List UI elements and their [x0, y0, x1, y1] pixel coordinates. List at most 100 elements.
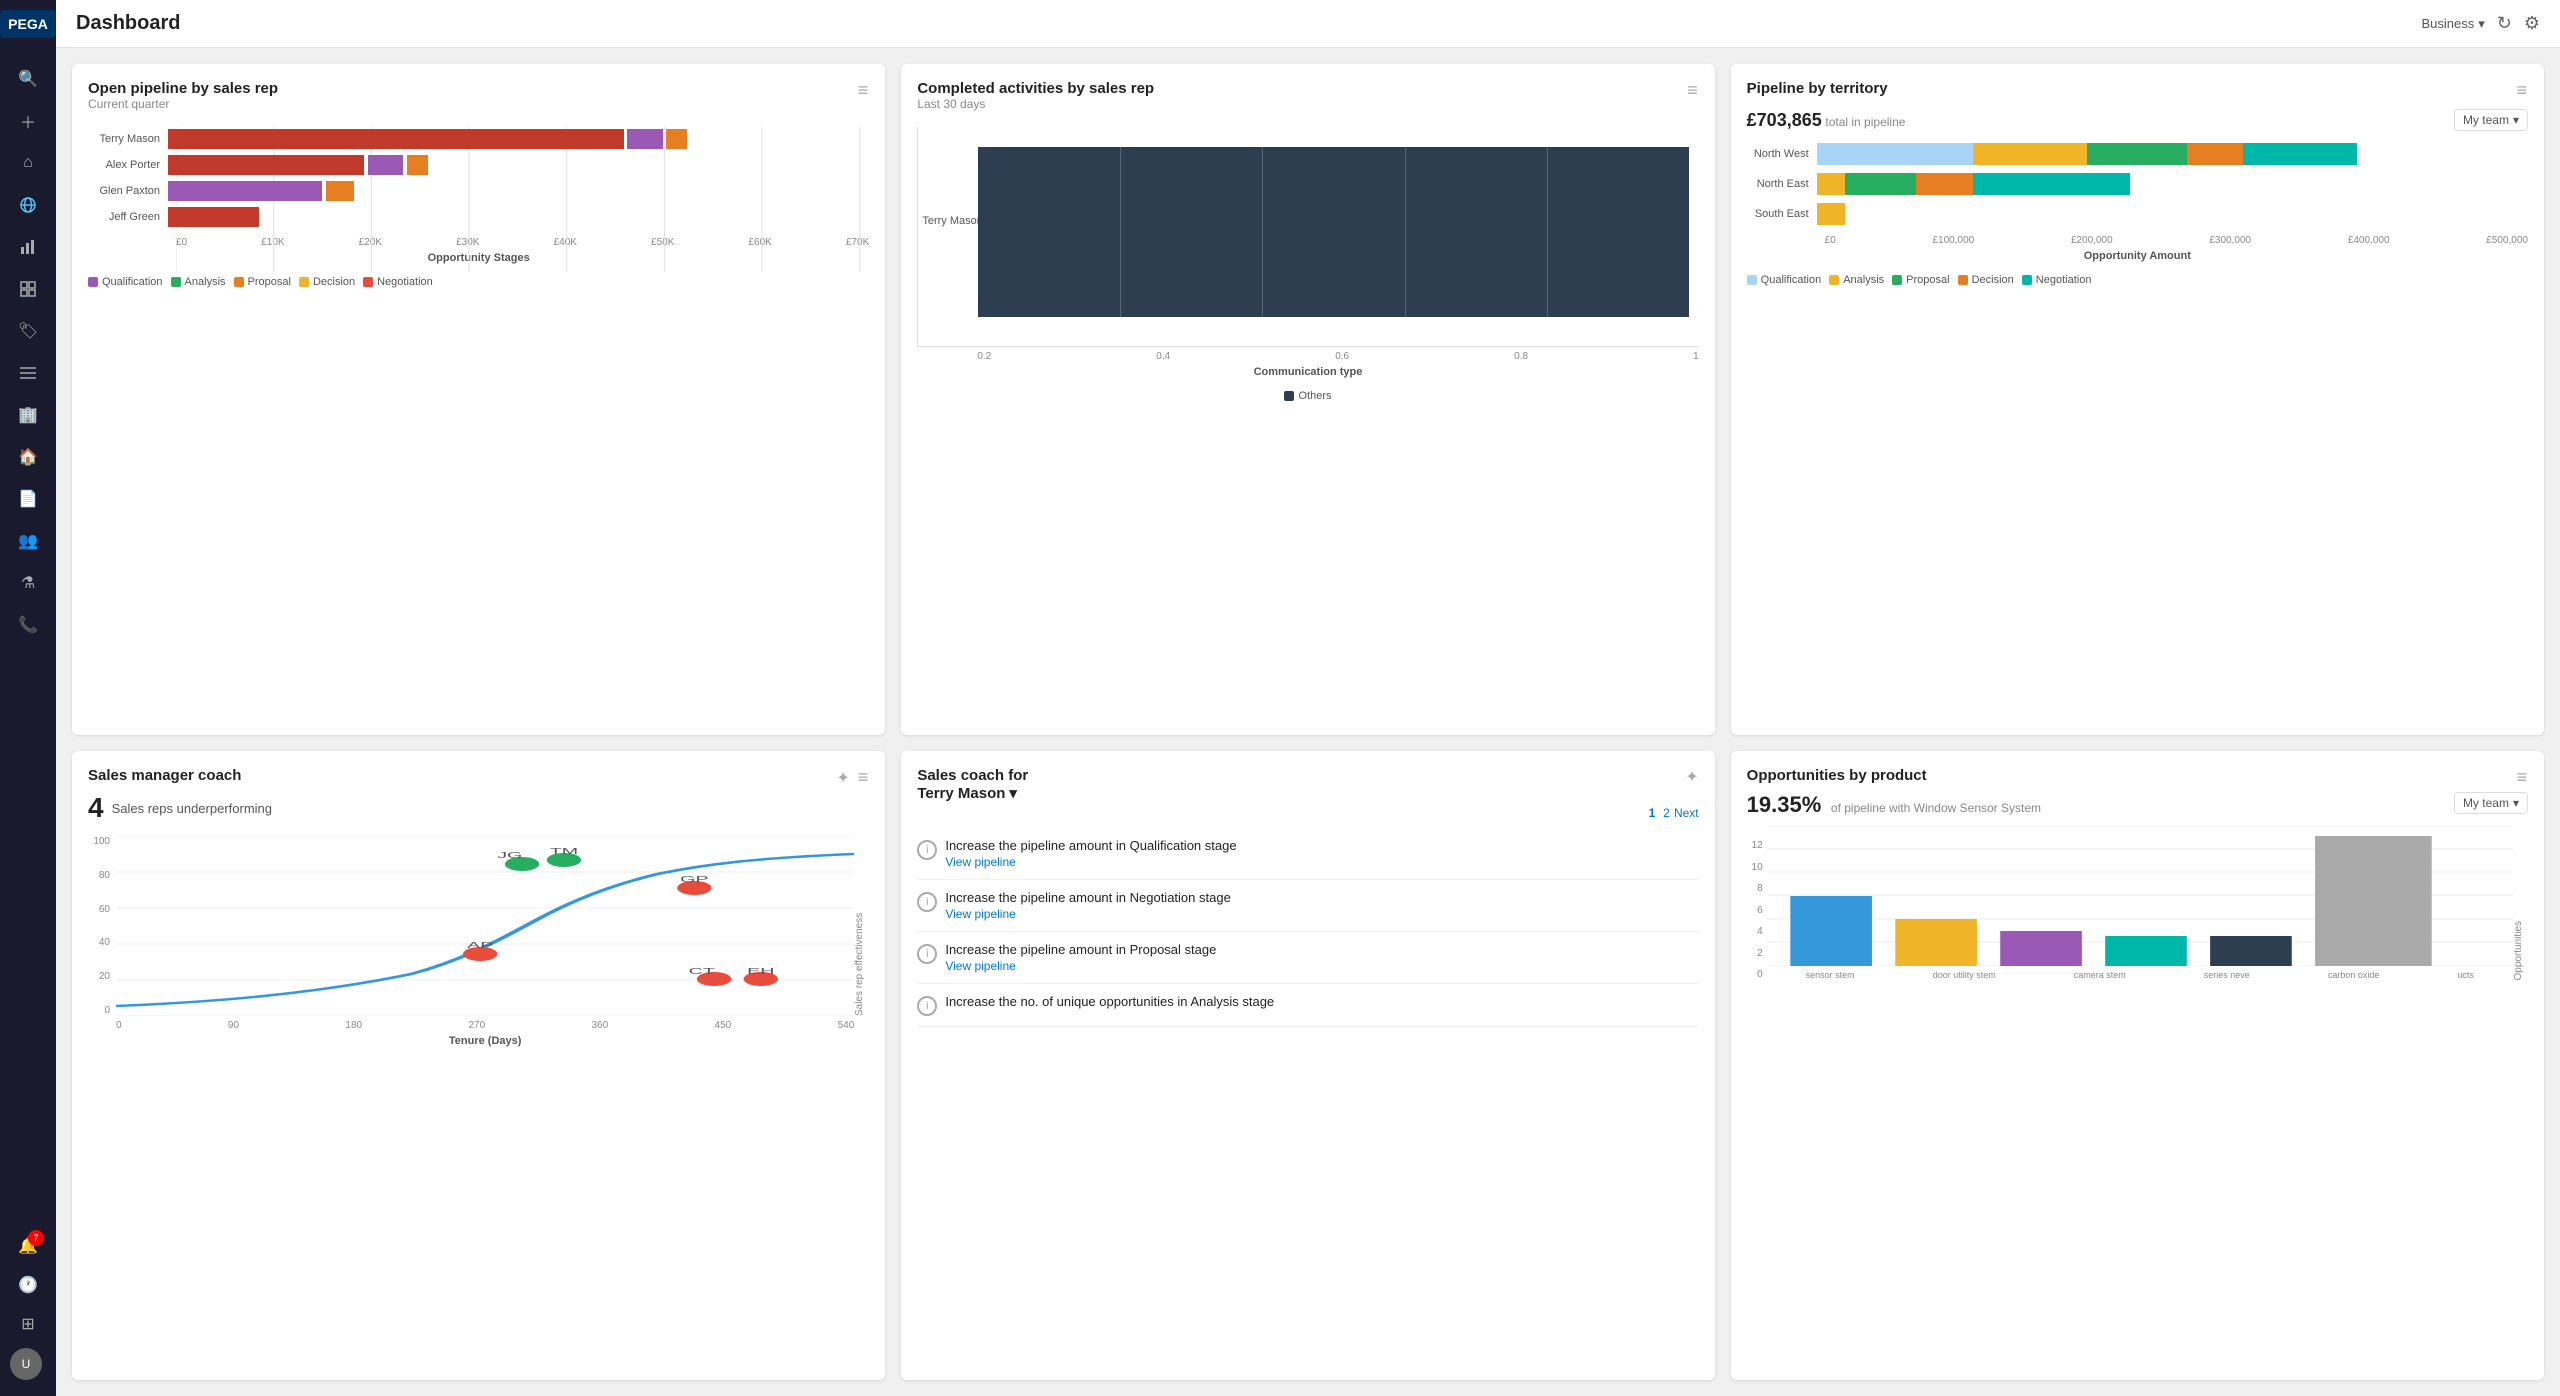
- sidebar-icon-search[interactable]: 🔍: [10, 61, 46, 97]
- info-icon: i: [917, 944, 937, 964]
- coach-subtitle: Sales reps underperforming: [112, 801, 272, 816]
- user-avatar[interactable]: U: [10, 1348, 42, 1380]
- y-label: 12: [1747, 840, 1763, 851]
- legend-analysis: Analysis: [171, 276, 226, 288]
- sidebar: PEGA 🔍 ＋ ⌂ 🏷 🏢 🏠 📄 👥 ⚗ 📞 🔔 7 🕐 ⊞ U: [0, 0, 56, 1396]
- sidebar-icon-grid[interactable]: [10, 271, 46, 307]
- refresh-icon[interactable]: ↻: [2497, 13, 2512, 34]
- legend-label: Qualification: [102, 276, 163, 288]
- x-label: £60K: [748, 237, 771, 248]
- coach-title: Sales manager coach: [88, 767, 241, 784]
- territory-axis-title: Opportunity Amount: [1747, 250, 2528, 262]
- sidebar-icon-docs[interactable]: 📄: [10, 481, 46, 517]
- bar-track: [168, 207, 869, 227]
- y-label: 8: [1747, 883, 1763, 894]
- legend-label: Decision: [313, 276, 355, 288]
- legend-color: [1747, 275, 1757, 285]
- territory-segment: [1973, 173, 2129, 195]
- coaching-text: Increase the no. of unique opportunities…: [945, 994, 1274, 1009]
- legend-decision: Decision: [1958, 274, 2014, 286]
- sidebar-icon-tag[interactable]: 🏷: [10, 313, 46, 349]
- coaching-item-4: i Increase the no. of unique opportuniti…: [917, 984, 1698, 1027]
- completed-menu[interactable]: ≡: [1687, 80, 1699, 101]
- open-pipeline-legend: Qualification Analysis Proposal Decision…: [88, 276, 869, 288]
- y-label: 60: [88, 904, 110, 915]
- business-selector[interactable]: Business ▾: [2421, 16, 2484, 32]
- legend-label: Analysis: [185, 276, 226, 288]
- territory-chart: North West North East: [1747, 143, 2528, 225]
- coach-menu[interactable]: ≡: [858, 767, 870, 788]
- next-link[interactable]: Next: [1674, 806, 1699, 820]
- territory-segment: [2187, 143, 2244, 165]
- coach-settings-icon[interactable]: ✦: [836, 768, 849, 788]
- x-label: £300,000: [2209, 235, 2251, 246]
- open-pipeline-menu[interactable]: ≡: [858, 80, 870, 101]
- x-label: £400,000: [2348, 235, 2390, 246]
- sidebar-icon-bell[interactable]: 🔔 7: [10, 1228, 46, 1264]
- sidebar-icon-flask[interactable]: ⚗: [10, 565, 46, 601]
- opp-percent: 19.35%: [1747, 792, 1822, 817]
- x-label: 1: [1693, 351, 1699, 362]
- coaching-text: Increase the pipeline amount in Proposal…: [945, 942, 1216, 957]
- team-selector[interactable]: My team ▾: [2454, 109, 2528, 131]
- coaching-text: Increase the pipeline amount in Negotiat…: [945, 890, 1230, 905]
- territory-bar: [1817, 173, 2528, 195]
- legend-label: Negotiation: [377, 276, 433, 288]
- x-label: £200,000: [2071, 235, 2113, 246]
- bar-track: [168, 155, 869, 175]
- legend-color: [88, 277, 98, 287]
- info-icon: i: [917, 840, 937, 860]
- territory-label: South East: [1747, 208, 1817, 220]
- notification-badge: 7: [28, 1230, 44, 1246]
- territory-bar: [1817, 143, 2528, 165]
- sidebar-icon-people[interactable]: 👥: [10, 523, 46, 559]
- completed-axis-title: Communication type: [917, 366, 1698, 378]
- view-pipeline-link[interactable]: View pipeline: [945, 907, 1230, 921]
- x-label: sensor stem: [1806, 970, 1855, 980]
- legend-label: Proposal: [1906, 274, 1949, 286]
- business-label: Business: [2421, 16, 2474, 31]
- settings-icon[interactable]: ⚙: [2524, 13, 2540, 34]
- territory-legend: Qualification Analysis Proposal Decision…: [1747, 274, 2528, 286]
- x-label: 90: [228, 1020, 239, 1031]
- sidebar-icon-house[interactable]: 🏠: [10, 439, 46, 475]
- svg-text:EH: EH: [747, 967, 774, 976]
- coaching-list: i Increase the pipeline amount in Qualif…: [917, 828, 1698, 1027]
- coaching-item-1: i Increase the pipeline amount in Qualif…: [917, 828, 1698, 880]
- y-label: 0: [1747, 969, 1763, 980]
- opp-y-axis-title: Opportunities: [2513, 921, 2524, 980]
- y-label: 20: [88, 971, 110, 982]
- coach-for-name[interactable]: Terry Mason ▾: [917, 784, 1028, 802]
- sidebar-icon-building[interactable]: 🏢: [10, 397, 46, 433]
- sidebar-icon-add[interactable]: ＋: [10, 103, 46, 139]
- territory-segment: [1817, 173, 1845, 195]
- coaching-item-3: i Increase the pipeline amount in Propos…: [917, 932, 1698, 984]
- rep-label: Glen Paxton: [88, 185, 168, 197]
- sidebar-icon-phone[interactable]: 📞: [10, 607, 46, 643]
- opp-title: Opportunities by product: [1747, 767, 1927, 784]
- page-2-link[interactable]: 2: [1663, 806, 1670, 820]
- svg-text:TM: TM: [550, 847, 578, 856]
- sidebar-icon-home[interactable]: ⌂: [10, 145, 46, 181]
- territory-segment: [2087, 143, 2187, 165]
- sidebar-icon-list[interactable]: [10, 355, 46, 391]
- sidebar-icon-globe[interactable]: [10, 187, 46, 223]
- legend-color: [171, 277, 181, 287]
- sidebar-icon-clock[interactable]: 🕐: [10, 1267, 46, 1303]
- sidebar-icon-barchart[interactable]: [10, 229, 46, 265]
- close-icon[interactable]: ✦: [1685, 767, 1698, 787]
- legend-label: Negotiation: [2036, 274, 2092, 286]
- opp-team-selector[interactable]: My team ▾: [2454, 792, 2528, 814]
- view-pipeline-link[interactable]: View pipeline: [945, 959, 1216, 973]
- legend-qualification: Qualification: [88, 276, 163, 288]
- sidebar-icon-apps[interactable]: ⊞: [10, 1306, 46, 1342]
- view-pipeline-link[interactable]: View pipeline: [945, 855, 1236, 869]
- page-1-link[interactable]: 1: [1649, 806, 1656, 820]
- x-label: carbon oxide: [2328, 970, 2380, 980]
- y-label: 10: [1747, 862, 1763, 873]
- bar-jeff-green: Jeff Green: [88, 207, 869, 227]
- x-label: £30K: [456, 237, 479, 248]
- pipeline-territory-menu[interactable]: ≡: [2516, 80, 2528, 101]
- coach-header: 4 Sales reps underperforming: [88, 792, 869, 824]
- opp-menu[interactable]: ≡: [2516, 767, 2528, 788]
